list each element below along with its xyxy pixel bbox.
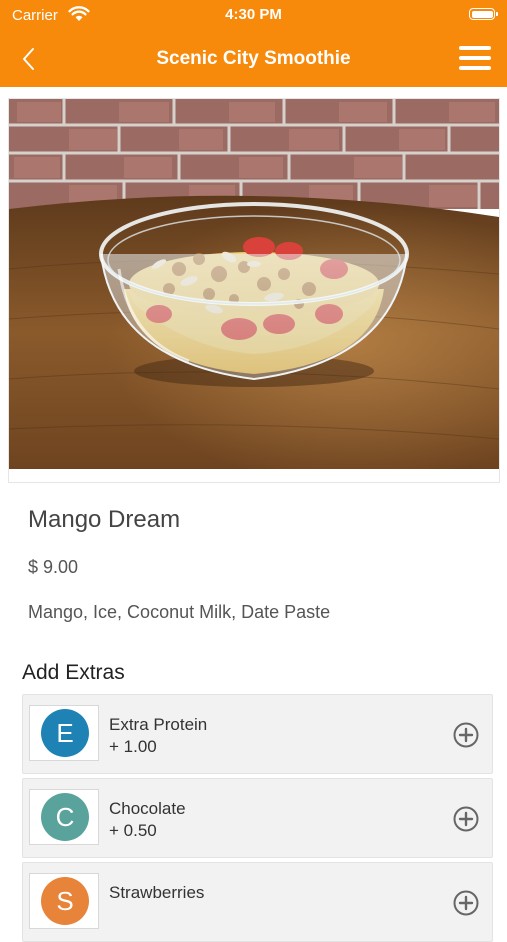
avatar: S: [41, 877, 89, 925]
product-price: $ 9.00: [28, 557, 79, 577]
menu-button[interactable]: [459, 46, 493, 72]
extra-name: Extra Protein: [109, 715, 208, 734]
extra-avatar-frame: E: [29, 705, 99, 761]
page-title: Scenic City Smoothie: [156, 48, 351, 69]
product-image-card: [8, 98, 500, 483]
extra-avatar-frame: C: [29, 789, 99, 845]
hamburger-menu-icon: [459, 56, 491, 60]
add-circle-icon[interactable]: [452, 889, 480, 917]
extra-item-strawberries[interactable]: S Strawberries: [22, 862, 493, 942]
extra-item-protein[interactable]: E Extra Protein + 1.00: [22, 694, 493, 774]
extra-avatar-frame: S: [29, 873, 99, 929]
avatar: C: [41, 793, 89, 841]
product-description: Mango, Ice, Coconut Milk, Date Paste: [28, 602, 331, 622]
add-circle-icon[interactable]: [452, 721, 480, 749]
nav-bar: Scenic City Smoothie: [0, 30, 507, 87]
hamburger-menu-icon: [459, 66, 491, 70]
product-name: Mango Dream: [28, 506, 181, 533]
extra-name: Chocolate: [109, 799, 186, 818]
avatar: E: [41, 709, 89, 757]
extra-name: Strawberries: [109, 883, 205, 902]
add-circle-icon[interactable]: [452, 805, 480, 833]
extra-item-chocolate[interactable]: C Chocolate + 0.50: [22, 778, 493, 858]
product-photo: [9, 99, 499, 469]
extra-price: + 0.50: [109, 821, 157, 840]
extras-heading: Add Extras: [22, 661, 125, 684]
battery-icon: [469, 8, 498, 20]
extra-price: + 1.00: [109, 737, 157, 756]
status-time: 4:30 PM: [225, 6, 282, 23]
status-bar: Carrier 4:30 PM: [0, 0, 507, 30]
hamburger-menu-icon: [459, 46, 491, 50]
